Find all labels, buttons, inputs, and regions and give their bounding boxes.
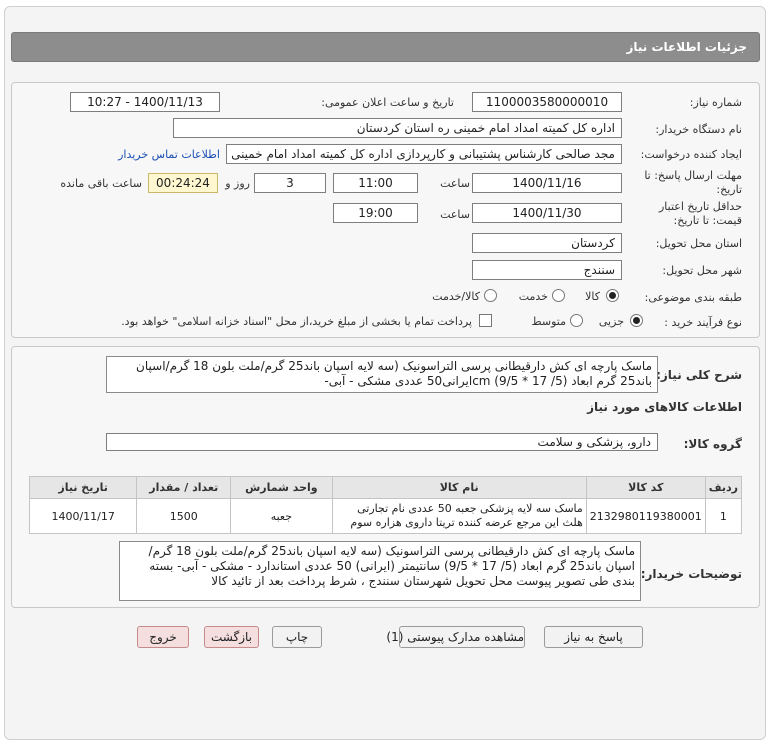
announce-datetime-label: تاریخ و ساعت اعلان عمومی: xyxy=(321,96,454,109)
buyer-org-label: نام دستگاه خریدار: xyxy=(655,123,742,136)
buyer-notes-text: ماسک پارچه ای کش دارقیطانی پرسی التراسون… xyxy=(119,541,641,601)
process-option-medium: متوسط xyxy=(531,315,566,328)
reply-days-field: 3 xyxy=(254,173,326,193)
delivery-province-label: استان محل تحویل: xyxy=(655,237,742,250)
category-option-goods: کالا xyxy=(585,290,600,303)
price-validity-date: 1400/11/30 xyxy=(472,203,622,223)
exit-button[interactable]: خروج xyxy=(137,626,189,648)
cell-code: 2132980119380001 xyxy=(585,498,706,534)
remaining-time-field: 00:24:24 xyxy=(148,173,218,193)
category-option-goods-service: کالا/خدمت xyxy=(432,290,480,303)
buyer-contact-link[interactable]: اطلاعات تماس خریدار xyxy=(118,148,220,161)
delivery-province-field: کردستان xyxy=(472,233,622,253)
goods-group-field: دارو، پزشکی و سلامت xyxy=(106,433,658,451)
print-button[interactable]: چاپ xyxy=(272,626,322,648)
process-option-minor: جزیی xyxy=(598,315,624,328)
category-radio-goods[interactable] xyxy=(606,289,619,302)
reply-deadline-time-label: ساعت xyxy=(440,177,470,190)
cell-unit: جعبه xyxy=(230,498,333,534)
goods-table: ردیف کد کالا نام کالا واحد شمارش تعداد /… xyxy=(28,476,743,534)
cell-date: 1400/11/17 xyxy=(28,498,138,534)
treasury-checkbox[interactable] xyxy=(479,314,492,327)
price-validity-time-label: ساعت xyxy=(440,208,470,221)
col-name: نام کالا xyxy=(331,476,587,499)
need-number-label: شماره نیاز: xyxy=(689,96,742,109)
category-option-service: خدمت xyxy=(518,290,548,303)
cell-name: ماسک سه لایه پزشکی جعبه 50 عددی نام تجار… xyxy=(331,498,587,534)
cell-row: 1 xyxy=(704,498,743,534)
purchase-process-label: نوع فرآیند خرید : xyxy=(664,316,742,329)
remaining-time-label: ساعت باقی مانده xyxy=(60,177,142,190)
need-summary-label: شرح کلی نیاز: xyxy=(656,368,742,382)
reply-deadline-date: 1400/11/16 xyxy=(472,173,622,193)
goods-group-label: گروه کالا: xyxy=(683,437,742,451)
goods-table-header: ردیف کد کالا نام کالا واحد شمارش تعداد /… xyxy=(28,476,743,499)
buyer-org-field: اداره کل کمیته امداد امام خمینی ره استان… xyxy=(173,118,622,138)
cell-qty: 1500 xyxy=(136,498,232,534)
reply-deadline-time: 11:00 xyxy=(333,173,418,193)
col-code: کد کالا xyxy=(585,476,706,499)
need-summary-text: ماسک پارچه ای کش دارقیطانی پرسی التراسون… xyxy=(106,356,658,393)
attachments-button[interactable]: مشاهده مدارک پیوستی (1) xyxy=(386,626,525,648)
table-row: 1 2132980119380001 ماسک سه لایه پزشکی جع… xyxy=(28,498,743,534)
requester-field: مجد صالحی کارشناس پشتیبانی و کارپردازی ا… xyxy=(226,144,622,164)
delivery-city-label: شهر محل تحویل: xyxy=(662,264,742,277)
category-label: طبقه بندی موضوعی: xyxy=(644,291,742,304)
col-row: ردیف xyxy=(704,476,743,499)
category-radio-service[interactable] xyxy=(552,289,565,302)
reply-days-label: روز و xyxy=(225,177,250,190)
announce-datetime-field: 1400/11/13 - 10:27 xyxy=(70,92,220,112)
col-qty: تعداد / مقدار xyxy=(136,476,232,499)
page-title: جزئیات اطلاعات نیاز xyxy=(626,40,747,54)
goods-section-title: اطلاعات کالاهای مورد نیاز xyxy=(587,400,742,414)
price-validity-label-2: قیمت: تا تاریخ: xyxy=(673,214,742,227)
requester-label: ایجاد کننده درخواست: xyxy=(640,148,742,161)
price-validity-time: 19:00 xyxy=(333,203,418,223)
reply-deadline-label-1: مهلت ارسال پاسخ: تا xyxy=(644,169,742,182)
buyer-notes-label: توضیحات خریدار: xyxy=(640,567,742,581)
page-title-bar: جزئیات اطلاعات نیاز xyxy=(11,32,760,62)
col-unit: واحد شمارش xyxy=(230,476,333,499)
col-date: تاریخ نیاز xyxy=(28,476,138,499)
delivery-city-field: سنندج xyxy=(472,260,622,280)
process-radio-medium[interactable] xyxy=(570,314,583,327)
process-radio-minor[interactable] xyxy=(630,314,643,327)
reply-deadline-label-2: تاریخ: xyxy=(716,183,742,196)
category-radio-goods-service[interactable] xyxy=(484,289,497,302)
reply-button[interactable]: پاسخ به نیاز xyxy=(544,626,643,648)
treasury-note: پرداخت تمام یا بخشی از مبلغ خرید،از محل … xyxy=(121,315,472,328)
price-validity-label-1: حداقل تاریخ اعتبار xyxy=(658,200,742,213)
need-number-field: 1100003580000010 xyxy=(472,92,622,112)
back-button[interactable]: بازگشت xyxy=(204,626,259,648)
